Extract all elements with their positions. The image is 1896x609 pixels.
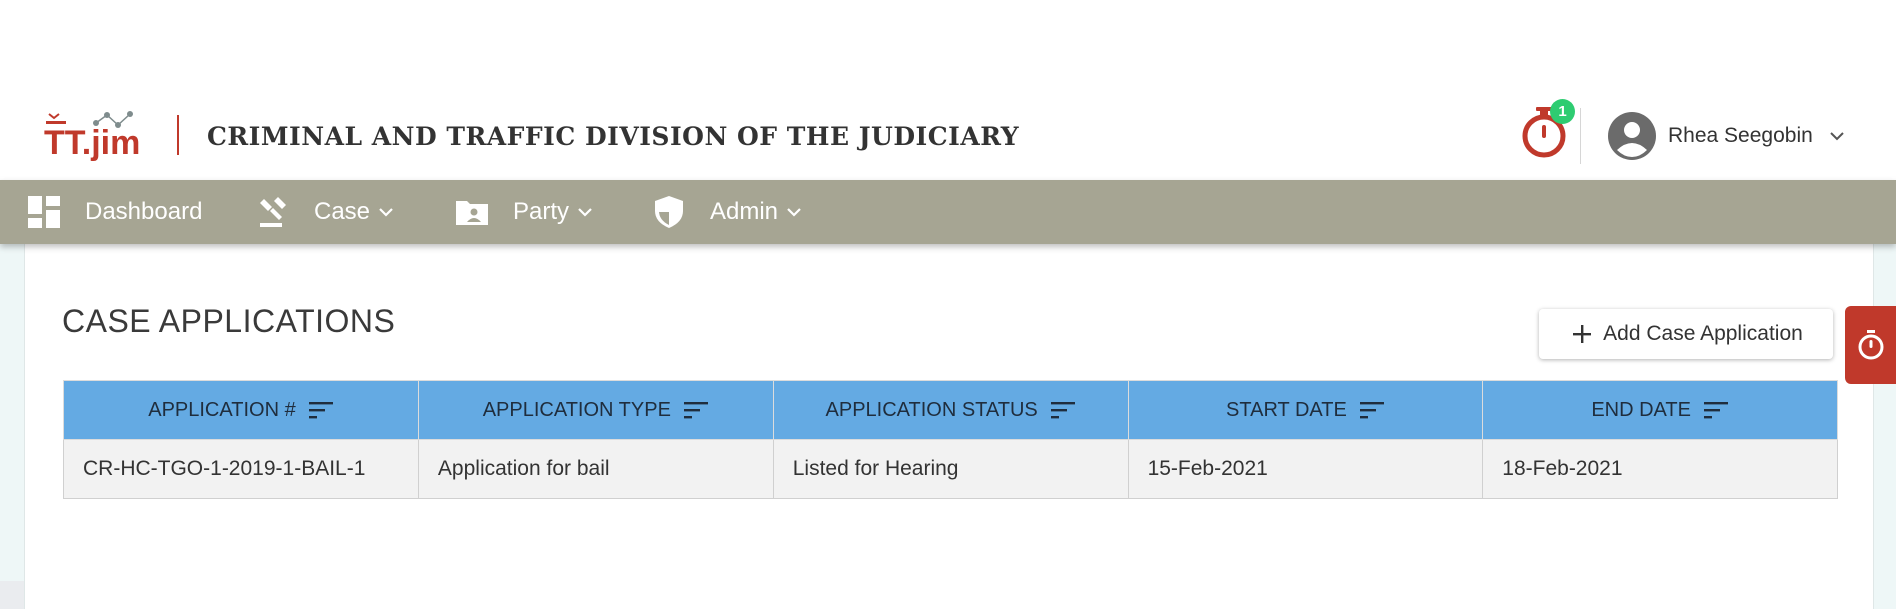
sort-icon bbox=[1703, 402, 1728, 419]
chevron-down-icon bbox=[1830, 132, 1844, 141]
header-separator bbox=[1580, 108, 1581, 164]
table-header-row: APPLICATION # APPLICATION TYPE APPLICATI… bbox=[63, 380, 1838, 440]
chevron-down-icon bbox=[578, 208, 592, 217]
plus-icon bbox=[1573, 325, 1592, 343]
chevron-down-icon bbox=[379, 208, 393, 217]
nav-party[interactable]: Party bbox=[455, 180, 595, 244]
col-label: END DATE bbox=[1591, 398, 1691, 421]
add-case-application-button[interactable]: Add Case Application bbox=[1539, 309, 1833, 359]
shield-icon bbox=[655, 196, 683, 228]
gavel-icon bbox=[260, 197, 286, 227]
side-timer-tab[interactable] bbox=[1845, 306, 1896, 384]
nav-case-label: Case bbox=[314, 198, 371, 225]
nav-dashboard-label: Dashboard bbox=[85, 198, 203, 225]
chevron-down-icon bbox=[787, 208, 801, 217]
page-title: CASE APPLICATIONS bbox=[62, 303, 396, 339]
cell-start-date: 15-Feb-2021 bbox=[1127, 439, 1484, 499]
user-menu[interactable]: Rhea Seegobin bbox=[1608, 110, 1847, 162]
logo-text: TT.jim bbox=[44, 124, 140, 162]
table-row[interactable]: CR-HC-TGO-1-2019-1-BAIL-1 Application fo… bbox=[63, 439, 1838, 499]
top-blank-band bbox=[0, 0, 1896, 100]
user-name: Rhea Seegobin bbox=[1668, 124, 1813, 147]
sort-icon bbox=[1359, 402, 1384, 419]
ttjim-logo[interactable]: TT.jim bbox=[44, 108, 150, 162]
col-application-type[interactable]: APPLICATION TYPE bbox=[417, 380, 774, 440]
col-label: APPLICATION TYPE bbox=[482, 398, 671, 421]
sort-icon bbox=[1050, 402, 1075, 419]
notification-badge: 1 bbox=[1550, 99, 1575, 124]
col-application-number[interactable]: APPLICATION # bbox=[63, 380, 419, 440]
col-label: APPLICATION STATUS bbox=[825, 398, 1038, 421]
dashboard-icon bbox=[28, 196, 60, 228]
logo-divider bbox=[177, 115, 179, 155]
col-application-status[interactable]: APPLICATION STATUS bbox=[772, 380, 1129, 440]
add-button-label: Add Case Application bbox=[1603, 322, 1803, 345]
cell-application-type: Application for bail bbox=[417, 439, 774, 499]
bottom-left-strip bbox=[0, 581, 24, 609]
col-label: APPLICATION # bbox=[148, 398, 296, 421]
avatar-icon bbox=[1608, 112, 1656, 160]
sort-icon bbox=[308, 402, 333, 419]
cell-application-number: CR-HC-TGO-1-2019-1-BAIL-1 bbox=[63, 439, 419, 499]
col-start-date[interactable]: START DATE bbox=[1127, 380, 1484, 440]
cell-end-date: 18-Feb-2021 bbox=[1482, 439, 1838, 499]
party-folder-icon bbox=[456, 201, 488, 225]
stopwatch-icon bbox=[1858, 330, 1883, 360]
cell-application-status: Listed for Hearing bbox=[772, 439, 1129, 499]
col-label: START DATE bbox=[1226, 398, 1347, 421]
nav-party-label: Party bbox=[513, 198, 570, 225]
col-end-date[interactable]: END DATE bbox=[1482, 380, 1838, 440]
sort-icon bbox=[683, 402, 708, 419]
nav-admin-label: Admin bbox=[710, 198, 779, 225]
page-header-title: CRIMINAL AND TRAFFIC DIVISION OF THE JUD… bbox=[207, 122, 1020, 151]
main-nav: Dashboard Case Party Admin bbox=[0, 180, 1896, 244]
nav-dashboard[interactable]: Dashboard bbox=[27, 180, 202, 244]
case-applications-table: APPLICATION # APPLICATION TYPE APPLICATI… bbox=[63, 380, 1838, 499]
nav-case[interactable]: Case bbox=[256, 180, 396, 244]
nav-admin[interactable]: Admin bbox=[652, 180, 804, 244]
